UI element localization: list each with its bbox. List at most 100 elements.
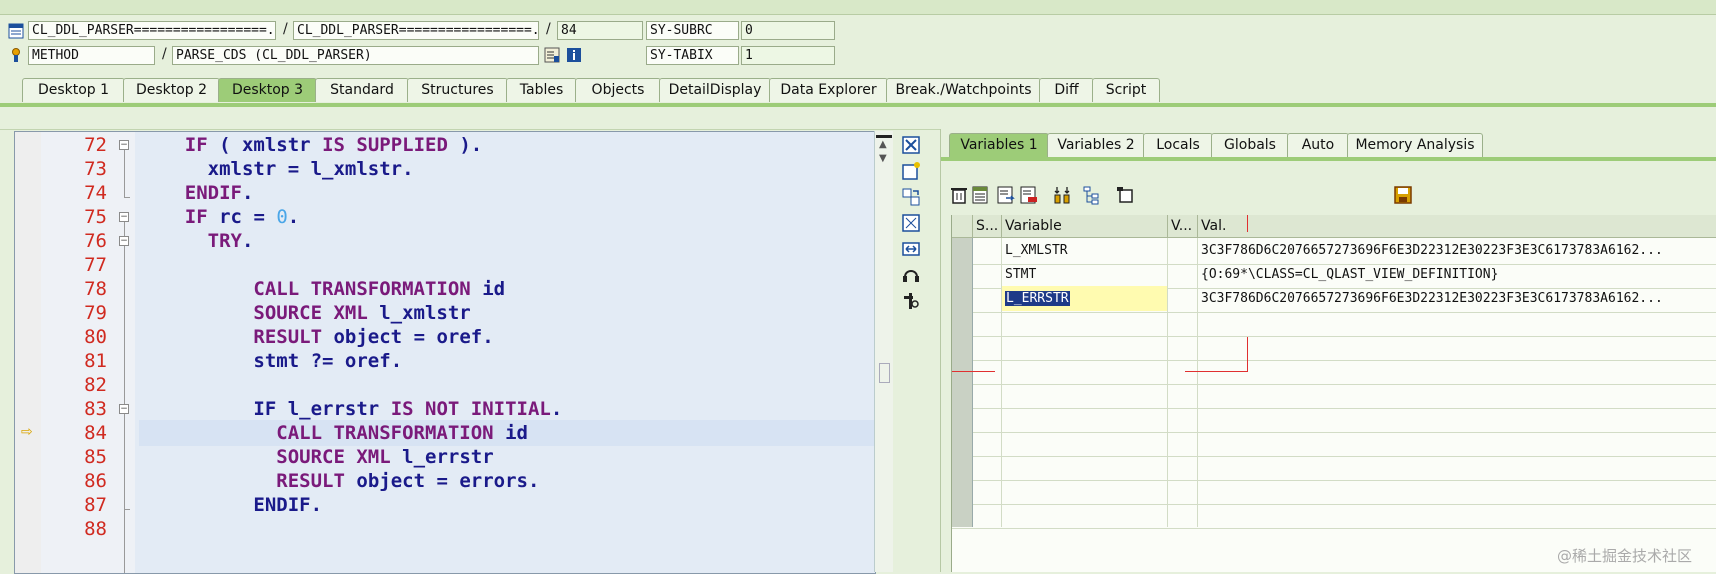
table-row[interactable] <box>952 430 1716 457</box>
tab-variables-1[interactable]: Variables 1 <box>949 133 1049 157</box>
table-row[interactable] <box>952 454 1716 481</box>
table-row[interactable]: STMT {O:69*\CLASS=CL_QLAST_VIEW_DEFINITIO… <box>952 262 1716 289</box>
source-code-editor[interactable]: 72 − IF ( xmlstr IS SUPPLIED ). 73 xmlst… <box>14 131 876 574</box>
cell-variable[interactable]: L_ERRSTR <box>1002 286 1168 311</box>
cell-value[interactable] <box>1198 310 1716 335</box>
row-selector[interactable] <box>952 478 973 503</box>
row-selector[interactable] <box>952 238 973 263</box>
row-selector[interactable] <box>952 262 973 287</box>
new-object-icon[interactable] <box>1115 185 1135 205</box>
scroll-up-icon[interactable]: ▲ <box>879 139 887 150</box>
navigate-source-icon[interactable] <box>544 47 560 63</box>
cell-variable[interactable] <box>1002 430 1168 455</box>
cell-value[interactable] <box>1198 502 1716 527</box>
tab-objects[interactable]: Objects <box>575 78 661 102</box>
row-selector[interactable] <box>952 310 973 335</box>
selected-variable-name[interactable]: L_ERRSTR <box>1005 291 1070 306</box>
tab-variables-2[interactable]: Variables 2 <box>1047 133 1145 157</box>
tab-standard[interactable]: Standard <box>315 78 409 102</box>
fold-toggle-icon[interactable]: − <box>119 236 129 246</box>
new-tool-icon[interactable] <box>901 161 921 181</box>
table-row[interactable] <box>952 358 1716 385</box>
tab-memory-analysis[interactable]: Memory Analysis <box>1347 133 1483 157</box>
tab-desktop-1[interactable]: Desktop 1 <box>22 78 125 102</box>
export-icon[interactable] <box>1019 185 1039 205</box>
cell-variable[interactable] <box>1002 454 1168 479</box>
cell-value[interactable]: {O:69*\CLASS=CL_QLAST_VIEW_DEFINITION} <box>1198 262 1716 287</box>
cell-variable[interactable] <box>1002 334 1168 359</box>
cell-v <box>1168 406 1198 431</box>
tab-auto[interactable]: Auto <box>1287 133 1349 157</box>
scroll-down-icon[interactable]: ▼ <box>879 153 887 164</box>
tab-structures[interactable]: Structures <box>407 78 508 102</box>
cell-variable[interactable] <box>1002 502 1168 527</box>
table-row[interactable] <box>952 334 1716 361</box>
cell-variable[interactable]: L_XMLSTR <box>1002 238 1168 263</box>
tab-breakpoints[interactable]: Break./Watchpoints <box>886 78 1041 102</box>
cell-value[interactable] <box>1198 334 1716 359</box>
save-icon[interactable] <box>1393 185 1413 205</box>
column-header-variable[interactable]: Variable <box>1002 215 1168 237</box>
table-view-icon[interactable] <box>971 185 991 205</box>
include-field[interactable]: CL_DDL_PARSER=================... <box>293 21 539 40</box>
cell-variable[interactable] <box>1002 478 1168 503</box>
cell-value[interactable] <box>1198 430 1716 455</box>
row-selector[interactable] <box>952 454 973 479</box>
scroll-grip[interactable] <box>879 363 890 383</box>
tab-desktop-3[interactable]: Desktop 3 <box>218 78 317 102</box>
table-row[interactable] <box>952 310 1716 337</box>
fold-toggle-icon[interactable]: − <box>119 140 129 150</box>
tab-script[interactable]: Script <box>1092 78 1160 102</box>
column-header-scope[interactable]: S... <box>973 215 1002 237</box>
cell-value[interactable] <box>1198 358 1716 383</box>
row-selector[interactable] <box>952 502 973 527</box>
table-row[interactable]: L_XMLSTR 3C3F786D6C2076657273696F6E3D2231… <box>952 238 1716 265</box>
tab-locals[interactable]: Locals <box>1143 133 1213 157</box>
tab-tables[interactable]: Tables <box>506 78 577 102</box>
cell-value[interactable] <box>1198 382 1716 407</box>
cell-variable[interactable] <box>1002 406 1168 431</box>
table-row[interactable]: L_ERRSTR 3C3F786D6C2076657273696F6E3D2231… <box>952 286 1716 313</box>
cell-value[interactable] <box>1198 478 1716 503</box>
row-selector[interactable] <box>952 382 973 407</box>
program-field[interactable]: CL_DDL_PARSER=================... <box>28 21 276 40</box>
swap-tool-icon[interactable] <box>901 187 921 207</box>
hierarchy-icon[interactable] <box>1082 185 1102 205</box>
cell-variable[interactable] <box>1002 382 1168 407</box>
table-row[interactable] <box>952 478 1716 505</box>
row-selector[interactable] <box>952 430 973 455</box>
maximize-tool-icon[interactable] <box>901 213 921 233</box>
fold-toggle-icon[interactable]: − <box>119 404 129 414</box>
tab-diff[interactable]: Diff <box>1039 78 1094 102</box>
column-header-value[interactable]: Val. <box>1198 215 1716 237</box>
close-tool-icon[interactable] <box>901 135 921 155</box>
settings-tool-icon[interactable] <box>901 291 921 311</box>
sort-icon[interactable] <box>1052 185 1072 205</box>
delete-icon[interactable] <box>949 185 969 205</box>
services-tool-icon[interactable] <box>901 265 921 285</box>
cell-variable[interactable] <box>1002 358 1168 383</box>
table-row[interactable] <box>952 406 1716 433</box>
table-row[interactable] <box>952 382 1716 409</box>
cell-variable[interactable] <box>1002 310 1168 335</box>
tab-detaildisplay[interactable]: DetailDisplay <box>659 78 771 102</box>
row-selector[interactable] <box>952 286 973 311</box>
tab-data-explorer[interactable]: Data Explorer <box>769 78 888 102</box>
tab-desktop-2[interactable]: Desktop 2 <box>123 78 220 102</box>
resize-width-icon[interactable] <box>901 239 921 259</box>
row-selector[interactable] <box>952 406 973 431</box>
table-row[interactable] <box>952 502 1716 529</box>
editor-scrollbar[interactable]: ▲ ▼ <box>874 131 893 572</box>
code-text: TRY. <box>207 230 254 252</box>
cell-value[interactable] <box>1198 406 1716 431</box>
cell-value[interactable] <box>1198 454 1716 479</box>
code-text: SOURCE XML l_xmlstr <box>253 302 471 324</box>
cell-value[interactable]: 3C3F786D6C2076657273696F6E3D22312E30223F… <box>1198 286 1716 311</box>
fold-toggle-icon[interactable]: − <box>119 212 129 222</box>
import-icon[interactable] <box>996 185 1016 205</box>
info-icon[interactable] <box>566 47 582 63</box>
cell-variable[interactable]: STMT <box>1002 262 1168 287</box>
tab-globals[interactable]: Globals <box>1211 133 1289 157</box>
cell-value[interactable]: 3C3F786D6C2076657273696F6E3D22312E30223F… <box>1198 238 1716 263</box>
variables-grid[interactable]: S... Variable V... Val. L_XMLSTR 3C3F786D… <box>951 215 1716 572</box>
